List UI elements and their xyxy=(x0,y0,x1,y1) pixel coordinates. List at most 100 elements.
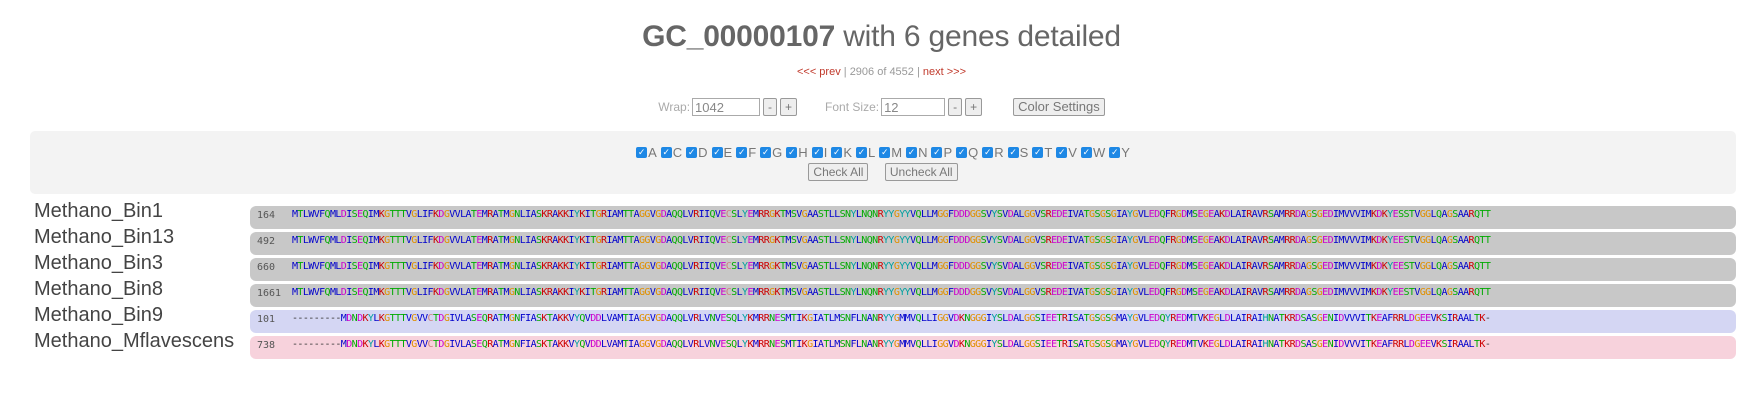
aa-filter-label: W xyxy=(1092,145,1106,160)
checkbox-checked-icon[interactable]: ✓ xyxy=(1056,147,1068,158)
gene-row: Methano_Mflavescens 738 ---------MDNDKYLKG… xyxy=(0,330,1763,359)
sequence-start-position: 738 xyxy=(257,340,276,351)
checkbox-checked-icon[interactable]: ✓ xyxy=(660,147,672,158)
aa-filter-label: Q xyxy=(968,145,979,160)
aa-filter-label: R xyxy=(994,145,1004,160)
aa-filter-h[interactable]: ✓ H xyxy=(786,145,808,160)
aa-filter-label: K xyxy=(843,145,852,160)
checkbox-checked-icon[interactable]: ✓ xyxy=(786,147,798,158)
aa-filter-p[interactable]: ✓ P xyxy=(931,145,952,160)
color-settings-button[interactable]: Color Settings xyxy=(1013,98,1105,116)
aa-filter-r[interactable]: ✓ R xyxy=(982,145,1004,160)
aa-filter-g[interactable]: ✓ G xyxy=(760,145,782,160)
sequence-start-position: 164 xyxy=(257,210,276,221)
aa-filter-q[interactable]: ✓ Q xyxy=(956,145,978,160)
checkbox-checked-icon[interactable]: ✓ xyxy=(956,147,968,158)
aa-filter-label: C xyxy=(672,145,683,160)
aa-filter-m[interactable]: ✓ M xyxy=(879,145,902,160)
aa-filter-label: Y xyxy=(1121,145,1130,160)
aa-filter-label: I xyxy=(823,145,828,160)
checkbox-checked-icon[interactable]: ✓ xyxy=(906,147,918,158)
wrap-control: Wrap: - + xyxy=(658,98,798,116)
next-link[interactable]: next >>> xyxy=(923,66,966,78)
sequence-start-position: 1661 xyxy=(257,288,282,299)
aa-filter-k[interactable]: ✓ K xyxy=(831,145,852,160)
sequence-text: MTLWVFQMLDISEQIMKGTTTVGLIFKDGVVLATEMRATM… xyxy=(292,235,1491,246)
gene-row: Methano_Bin1 164 MTLWVFQMLDISEQIMKGTTTVGLI… xyxy=(0,200,1763,229)
aa-filter-label: V xyxy=(1068,145,1077,160)
sequence-text: ---------MDNDKYLKGTTTVGVVCTDGIVLASEQRATM… xyxy=(292,339,1491,350)
gene-name[interactable]: Methano_Bin9 xyxy=(34,304,163,327)
wrap-decrease-button[interactable]: - xyxy=(763,98,778,116)
sequence-text: ---------MDNDKYLKGTTTVGVVCTDGIVLASEQRATM… xyxy=(292,313,1491,324)
checkbox-checked-icon[interactable]: ✓ xyxy=(686,147,698,158)
aa-filter-e[interactable]: ✓ E xyxy=(711,145,733,160)
wrap-input[interactable] xyxy=(692,98,761,116)
checkbox-checked-icon[interactable]: ✓ xyxy=(636,147,648,158)
aa-filter-i[interactable]: ✓ I xyxy=(811,145,828,160)
aa-filter-label: P xyxy=(943,145,953,160)
fontsize-input[interactable] xyxy=(881,98,946,116)
aa-filter-s[interactable]: ✓ S xyxy=(1007,145,1029,160)
pagination: <<< prev | 2906 of 4552 | next >>> xyxy=(796,66,967,78)
gene-name[interactable]: Methano_Bin1 xyxy=(34,200,163,223)
prev-link[interactable]: <<< prev xyxy=(797,66,841,78)
checkbox-checked-icon[interactable]: ✓ xyxy=(1109,147,1121,158)
aa-filter-label: S xyxy=(1019,145,1029,160)
checkbox-checked-icon[interactable]: ✓ xyxy=(760,147,772,158)
page-title: GC_00000107 with 6 genes detailed xyxy=(0,20,1763,54)
gene-name[interactable]: Methano_Bin13 xyxy=(34,226,174,249)
gene-name[interactable]: Methano_Bin8 xyxy=(34,278,163,301)
check-all-button[interactable]: Check All xyxy=(808,163,869,181)
checkbox-checked-icon[interactable]: ✓ xyxy=(711,147,723,158)
fontsize-increase-button[interactable]: + xyxy=(965,98,983,116)
checkbox-checked-icon[interactable]: ✓ xyxy=(855,147,867,158)
aa-filter-f[interactable]: ✓ F xyxy=(736,145,756,160)
check-buttons: Check All Uncheck All xyxy=(30,163,1736,181)
aa-filter-label: A xyxy=(648,145,657,160)
checkbox-checked-icon[interactable]: ✓ xyxy=(736,147,748,158)
sequence-start-position: 492 xyxy=(257,236,276,247)
checkbox-checked-icon[interactable]: ✓ xyxy=(811,147,823,158)
wrap-label: Wrap: xyxy=(658,100,691,114)
sequence-start-position: 660 xyxy=(257,262,276,273)
fontsize-decrease-button[interactable]: - xyxy=(948,98,963,116)
title-suffix: with 6 genes detailed xyxy=(835,20,1121,53)
page-position: 2906 of 4552 xyxy=(849,66,914,78)
aa-filter-label: T xyxy=(1044,145,1053,160)
aa-filter-label: E xyxy=(723,145,733,160)
checkbox-checked-icon[interactable]: ✓ xyxy=(831,147,843,158)
aa-filter-a[interactable]: ✓ A xyxy=(636,145,657,160)
amino-acid-checkboxes: ✓ A ✓ C ✓ D ✓ E ✓ F ✓ G ✓ H ✓ I ✓ K ✓ L ✓ M ✓ N ✓ P ✓ Q ✓ R ✓ S ✓ T ✓ V ✓ W ✓ Y xyxy=(30,143,1736,160)
cluster-id: GC_00000107 xyxy=(642,20,836,53)
checkbox-checked-icon[interactable]: ✓ xyxy=(1007,147,1019,158)
checkbox-checked-icon[interactable]: ✓ xyxy=(982,147,994,158)
gene-name[interactable]: Methano_Mflavescens xyxy=(34,330,234,353)
gene-row: Methano_Bin13 492 MTLWVFQMLDISEQIMKGTTTVGL… xyxy=(0,226,1763,255)
aa-filter-label: L xyxy=(867,145,876,160)
checkbox-checked-icon[interactable]: ✓ xyxy=(1032,147,1044,158)
sequence-text: MTLWVFQMLDISEQIMKGTTTVGLIFKDGVVLATEMRATM… xyxy=(292,209,1491,220)
aa-filter-label: H xyxy=(798,145,808,160)
aa-filter-w[interactable]: ✓ W xyxy=(1080,145,1106,160)
aa-filter-v[interactable]: ✓ V xyxy=(1056,145,1077,160)
aa-filter-y[interactable]: ✓ Y xyxy=(1109,145,1130,160)
aa-filter-t[interactable]: ✓ T xyxy=(1032,145,1052,160)
wrap-increase-button[interactable]: + xyxy=(780,98,798,116)
aa-filter-label: M xyxy=(891,145,903,160)
display-controls: Wrap: - + Font Size: - + Color Settings xyxy=(0,98,1763,116)
uncheck-all-button[interactable]: Uncheck All xyxy=(884,163,958,181)
checkbox-checked-icon[interactable]: ✓ xyxy=(879,147,891,158)
checkbox-checked-icon[interactable]: ✓ xyxy=(1080,147,1092,158)
aa-filter-label: D xyxy=(698,145,708,160)
sequence-start-position: 101 xyxy=(257,314,276,325)
gene-row: Methano_Bin9 101 ---------MDNDKYLKGTTTVGVV… xyxy=(0,304,1763,333)
gene-row: Methano_Bin8 1661 MTLWVFQMLDISEQIMKGTTTVGL… xyxy=(0,278,1763,307)
gene-name[interactable]: Methano_Bin3 xyxy=(34,252,163,275)
aa-filter-c[interactable]: ✓ C xyxy=(660,145,683,160)
fontsize-label: Font Size: xyxy=(825,100,880,114)
aa-filter-l[interactable]: ✓ L xyxy=(855,145,876,160)
aa-filter-n[interactable]: ✓ N xyxy=(906,145,927,160)
aa-filter-d[interactable]: ✓ D xyxy=(686,145,708,160)
checkbox-checked-icon[interactable]: ✓ xyxy=(931,147,943,158)
